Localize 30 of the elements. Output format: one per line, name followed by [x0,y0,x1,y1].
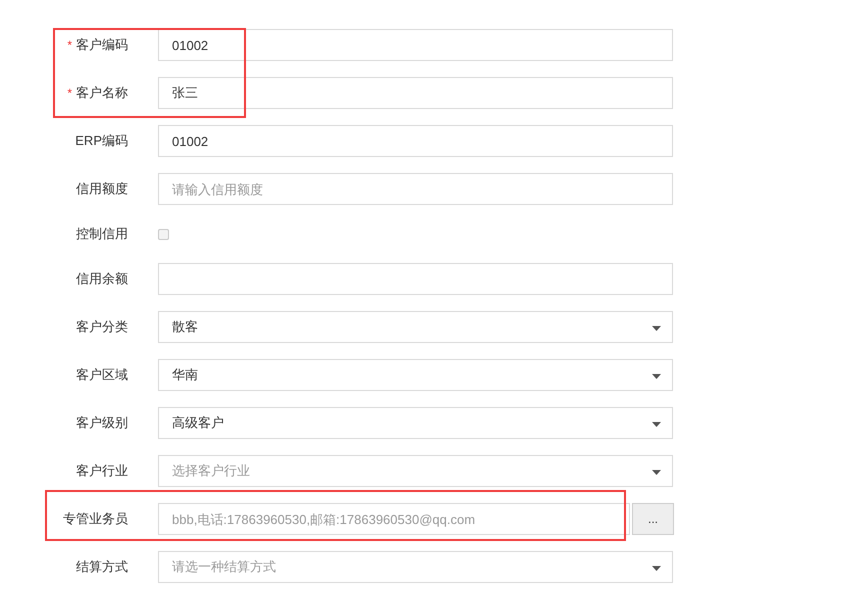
field-label: 专管业务员 [63,510,128,528]
required-mark: * [67,37,72,54]
caret-icon [652,374,661,379]
field-label: ERP编码 [75,132,128,150]
browse-button[interactable]: ... [632,503,674,535]
input-field[interactable]: 请输入信用额度 [158,173,673,205]
select-field[interactable]: 华南 [158,359,673,391]
field-label: 客户分类 [76,318,128,336]
select-field[interactable]: 高级客户 [158,407,673,439]
field-label: 客户行业 [76,462,128,480]
required-mark: * [67,85,72,102]
field-label: 信用余额 [76,270,128,288]
input-field[interactable]: 01002 [158,125,673,157]
field-label: 客户名称 [76,84,128,102]
field-label: 信用额度 [76,180,128,198]
input-field[interactable]: 张三 [158,77,673,109]
field-label: 结算方式 [76,558,128,576]
field-label: 控制信用 [76,225,128,244]
field-label: 客户区域 [76,366,128,384]
checkbox[interactable] [158,228,169,240]
caret-icon [652,470,661,475]
input-field[interactable]: bbb,电话:17863960530,邮箱:17863960530@qq.com [158,503,630,535]
select-field[interactable]: 散客 [158,311,673,343]
input-field[interactable] [158,263,673,295]
caret-icon [652,422,661,427]
field-label: 客户级别 [76,414,128,432]
caret-icon [652,566,661,571]
field-label: 客户编码 [76,36,128,54]
input-field[interactable]: 01002 [158,29,673,61]
caret-icon [652,326,661,331]
